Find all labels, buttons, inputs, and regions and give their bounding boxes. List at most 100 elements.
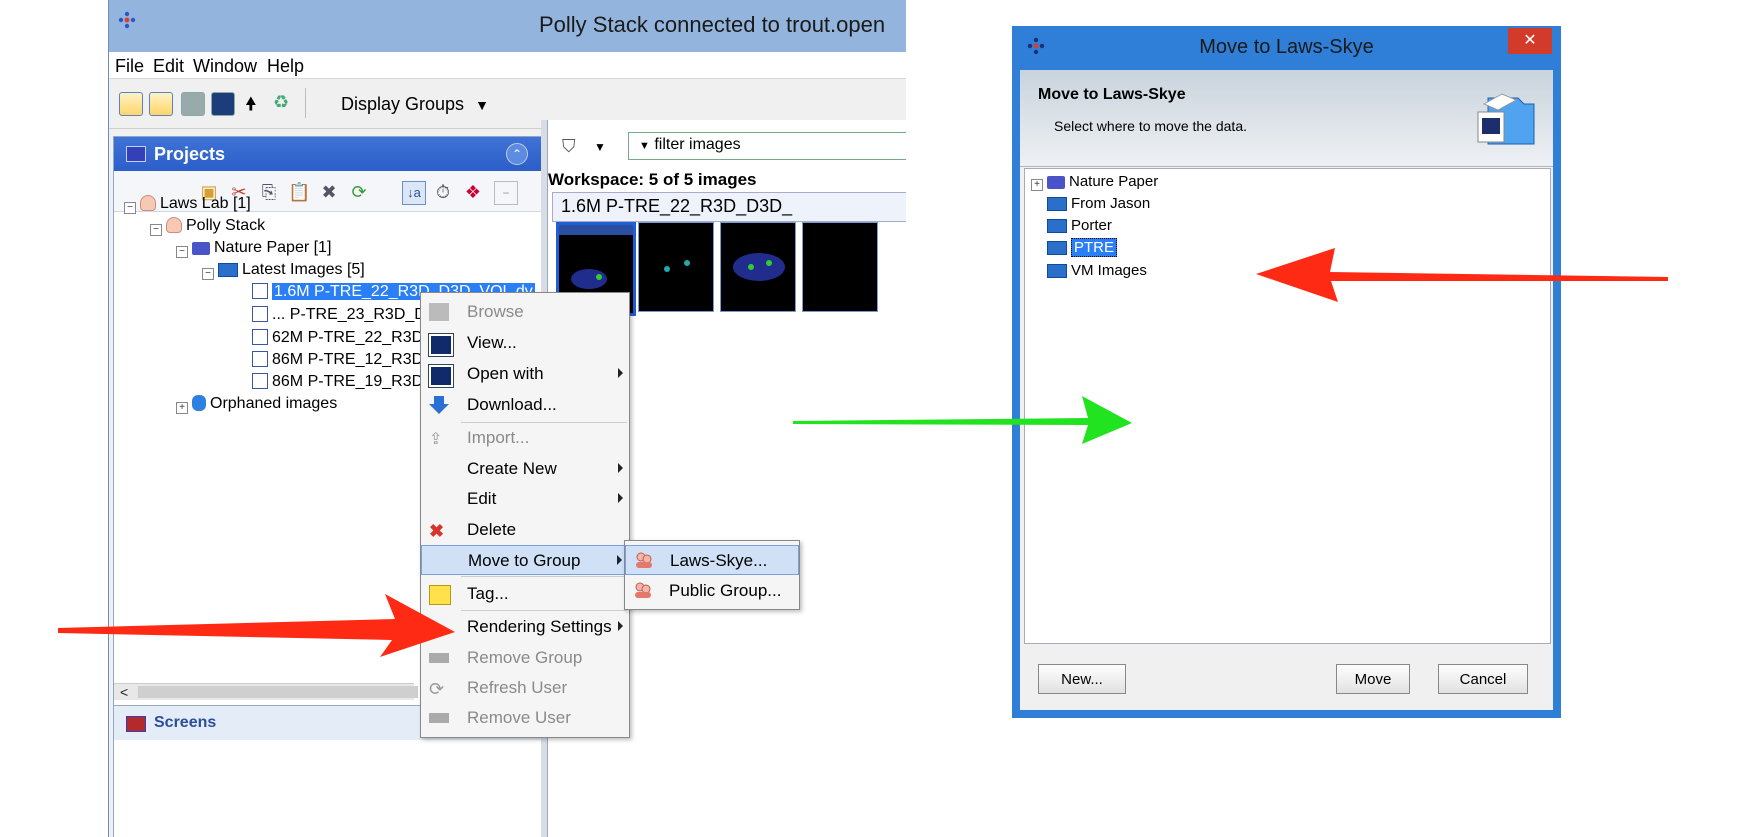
- menu-edit[interactable]: Edit: [153, 56, 184, 77]
- menu-item-label: Refresh User: [467, 678, 568, 697]
- scroll-thumb[interactable]: [138, 686, 418, 698]
- menu-item-download[interactable]: Download...: [421, 390, 629, 420]
- tree-item-polly-stack[interactable]: Polly Stack: [166, 217, 265, 235]
- menu-window[interactable]: Window: [193, 56, 257, 77]
- image-viewer-icon[interactable]: [211, 92, 235, 116]
- menu-item-label: Delete: [467, 520, 517, 539]
- expander-icon[interactable]: +: [1031, 179, 1043, 191]
- tree-item-label: 86M P-TRE_12_R3D_[: [272, 351, 437, 368]
- cancel-button[interactable]: Cancel: [1438, 664, 1528, 694]
- menu-item-browse[interactable]: Browse: [421, 297, 629, 327]
- menu-file[interactable]: File: [115, 56, 144, 77]
- tag-filter-icon[interactable]: ❖: [462, 181, 484, 203]
- submenu-arrow-icon: [618, 463, 623, 473]
- image-icon: [252, 329, 268, 345]
- dest-item-ptre[interactable]: PTRE: [1047, 238, 1118, 257]
- menu-item-label: Remove User: [467, 708, 571, 727]
- menu-item-tag[interactable]: Tag...: [421, 579, 629, 609]
- metadata-view-icon[interactable]: [149, 92, 173, 116]
- menu-item-view[interactable]: View...: [421, 328, 629, 358]
- menu-item-refresh-user[interactable]: ⟳ Refresh User: [421, 673, 629, 703]
- expander-icon[interactable]: +: [176, 402, 188, 414]
- menu-item-label: View...: [467, 333, 517, 352]
- image-icon: [252, 351, 268, 367]
- filter-funnel-icon[interactable]: ⛉: [562, 136, 576, 157]
- dest-item-porter[interactable]: Porter: [1047, 217, 1112, 234]
- expander-icon[interactable]: −: [150, 224, 162, 236]
- menu-item-edit[interactable]: Edit: [421, 484, 629, 514]
- move-button[interactable]: Move: [1336, 664, 1410, 694]
- submenu-item-public-group[interactable]: Public Group...: [625, 576, 799, 606]
- dataset-icon: [1047, 197, 1067, 211]
- grid-view-icon[interactable]: [181, 92, 205, 116]
- menu-item-label: Laws-Skye...: [670, 551, 768, 570]
- paste-icon[interactable]: 📋: [288, 181, 310, 203]
- horizontal-scrollbar[interactable]: <: [114, 683, 418, 700]
- projects-header[interactable]: Projects ⌃: [114, 137, 542, 171]
- import-icon[interactable]: 🠝: [245, 92, 267, 114]
- submenu-item-laws-skye[interactable]: Laws-Skye...: [625, 545, 799, 575]
- remove-user-icon: [429, 713, 449, 723]
- chevron-down-icon[interactable]: ▼: [594, 140, 606, 154]
- menu-item-label: Import...: [467, 428, 530, 447]
- dest-item-from-jason[interactable]: From Jason: [1047, 195, 1150, 212]
- selected-image-name-text: 1.6M P-TRE_22_R3D_D3D_: [561, 196, 793, 216]
- orphaned-images-icon: [192, 395, 206, 411]
- menu-item-remove-group[interactable]: Remove Group: [421, 643, 629, 673]
- close-icon[interactable]: ✕: [1508, 28, 1552, 54]
- open-with-icon: [428, 364, 454, 388]
- project-folder-icon: [192, 242, 210, 255]
- tree-item-label: Nature Paper [1]: [214, 239, 332, 256]
- collapse-icon[interactable]: ⌃: [506, 143, 528, 165]
- menu-item-import[interactable]: ⇪ Import...: [421, 423, 629, 453]
- context-menu: Browse View... Open with Download... ⇪ I…: [420, 292, 630, 738]
- tree-item-laws-lab[interactable]: Laws Lab [1]: [140, 195, 251, 213]
- selected-image-name: 1.6M P-TRE_22_R3D_D3D_: [552, 192, 906, 222]
- image-thumbnail[interactable]: [720, 222, 796, 312]
- image-thumbnail[interactable]: [638, 222, 714, 312]
- expander-icon[interactable]: −: [176, 246, 188, 258]
- groups-icon[interactable]: ♻: [273, 92, 295, 114]
- menu-item-rendering-settings[interactable]: Rendering Settings: [421, 612, 629, 642]
- menu-item-open-with[interactable]: Open with: [421, 359, 629, 389]
- chevron-down-icon: ▼: [475, 97, 489, 113]
- new-button[interactable]: New...: [1038, 664, 1126, 694]
- image-thumbnail[interactable]: [802, 222, 878, 312]
- collapse-all-icon[interactable]: −: [494, 181, 518, 205]
- menu-item-move-to-group[interactable]: Move to Group: [421, 545, 629, 575]
- dest-item-vm-images[interactable]: VM Images: [1047, 262, 1147, 279]
- image-icon: [252, 373, 268, 389]
- filter-input-text: ▼ filter images: [639, 136, 741, 154]
- copy-icon[interactable]: ⎘: [258, 181, 280, 203]
- banner-subtitle: Select where to move the data.: [1054, 118, 1247, 134]
- expander-icon[interactable]: −: [202, 268, 214, 280]
- tree-item-orphaned-images[interactable]: Orphaned images: [192, 395, 337, 413]
- hierarchy-view-icon[interactable]: [119, 92, 143, 116]
- tree-item-image-5[interactable]: 86M P-TRE_19_R3D_[: [252, 373, 437, 391]
- tree-item-latest-images[interactable]: Latest Images [5]: [218, 261, 365, 279]
- menu-item-delete[interactable]: ✖ Delete: [421, 515, 629, 545]
- delete-icon[interactable]: ✖: [318, 181, 340, 203]
- tree-item-image-2[interactable]: ... P-TRE_23_R3D_D3: [252, 306, 435, 324]
- remove-group-icon: [429, 653, 449, 663]
- tree-item-label: Porter: [1071, 217, 1112, 234]
- scroll-left-icon[interactable]: <: [120, 684, 128, 700]
- tree-item-label: VM Images: [1071, 262, 1147, 279]
- expander-icon[interactable]: −: [124, 202, 136, 214]
- menu-item-create-new[interactable]: Create New: [421, 454, 629, 484]
- timer-icon[interactable]: ⏱: [432, 181, 454, 203]
- tree-item-image-3[interactable]: 62M P-TRE_22_R3D_[: [252, 329, 437, 347]
- refresh-icon[interactable]: ⟳: [348, 181, 370, 203]
- tree-item-nature-paper[interactable]: Nature Paper [1]: [192, 239, 331, 257]
- image-icon: [252, 283, 268, 299]
- menu-item-label: Edit: [467, 489, 497, 508]
- tree-item-label: ... P-TRE_23_R3D_D3: [272, 306, 435, 323]
- sort-icon[interactable]: ↓a: [402, 181, 426, 205]
- filter-images-input[interactable]: ▼ filter images: [628, 132, 906, 160]
- menu-help[interactable]: Help: [267, 56, 304, 77]
- menu-item-remove-user[interactable]: Remove User: [421, 703, 629, 733]
- chevron-down-icon: ▼: [639, 140, 650, 152]
- dest-item-nature-paper[interactable]: Nature Paper: [1047, 173, 1158, 190]
- display-groups-button[interactable]: Display Groups ▼: [341, 94, 489, 115]
- tree-item-image-4[interactable]: 86M P-TRE_12_R3D_[: [252, 351, 437, 369]
